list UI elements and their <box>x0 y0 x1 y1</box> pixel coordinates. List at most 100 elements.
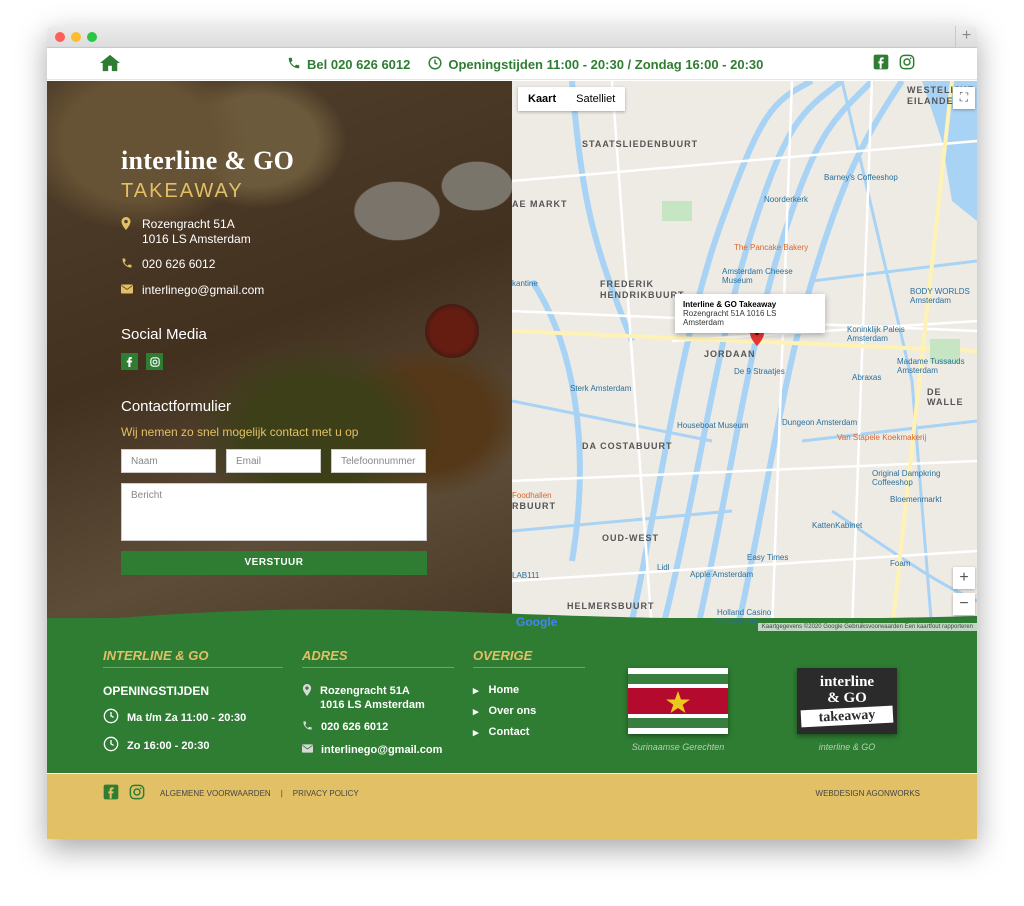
map-poi[interactable]: LAB111 <box>512 571 539 580</box>
site-footer: INTERLINE & GO OPENINGSTIJDEN Ma t/m Za … <box>47 609 977 773</box>
footer-link-label: Home <box>488 684 520 696</box>
map-label-aemarkt: AE MARKT <box>512 199 568 209</box>
tab-map[interactable]: Kaart <box>518 87 566 111</box>
instagram-icon[interactable] <box>899 54 915 73</box>
popup-address: Rozengracht 51A 1016 LS Amsterdam <box>683 309 777 327</box>
title-bar: + <box>47 26 977 48</box>
map-poi[interactable]: De 9 Straatjes <box>734 367 785 376</box>
address-line1: Rozengracht 51A <box>142 217 235 231</box>
message-textarea[interactable]: Bericht <box>121 483 427 541</box>
footer-link-about[interactable]: ▸ Over ons <box>473 705 585 718</box>
map-poi[interactable]: Original Dampkring Coffeeshop <box>872 469 952 487</box>
map-pin-icon <box>121 217 133 247</box>
close-window-button[interactable] <box>55 32 65 42</box>
map-poi[interactable]: Apple Amsterdam <box>690 570 753 579</box>
legal-links: ALGEMENE VOORWAARDEN | PRIVACY POLICY <box>160 789 359 798</box>
map-poi[interactable]: Koninklijk Paleis Amsterdam <box>847 325 927 343</box>
home-icon[interactable] <box>99 53 121 76</box>
chevron-right-icon: ▸ <box>473 706 479 718</box>
map-pin-icon <box>302 684 312 700</box>
clock-icon <box>103 736 119 756</box>
tab-satellite[interactable]: Satelliet <box>566 87 625 111</box>
contact-info: interline & GO TAKEAWAY Rozengracht 51A … <box>121 146 441 575</box>
footer-link-home[interactable]: ▸ Home <box>473 684 585 697</box>
envelope-icon <box>121 283 133 298</box>
map-label-oudwest: OUD-WEST <box>602 533 659 543</box>
map-poi[interactable]: BODY WORLDS Amsterdam <box>910 287 977 305</box>
popup-title: Interline & GO Takeaway <box>683 300 777 309</box>
email-row[interactable]: interlinego@gmail.com <box>121 283 441 298</box>
name-input[interactable]: Naam <box>121 449 216 473</box>
map-poi[interactable]: Sterk Amsterdam <box>570 384 631 393</box>
browser-window: + Bel 020 626 6012 Openingstijden 11:00 … <box>47 26 977 839</box>
brand-subtitle: TAKEAWAY <box>121 180 244 202</box>
logo-line3: takeaway <box>800 705 894 728</box>
instagram-icon[interactable] <box>129 784 145 805</box>
map-attribution[interactable]: Kaartgegevens ©2020 Google Gebruiksvoorw… <box>757 623 977 631</box>
footer-link-label: Contact <box>488 726 530 738</box>
map-poi[interactable]: Lidl <box>657 563 669 572</box>
address-line2: 1016 LS Amsterdam <box>142 232 251 246</box>
clock-icon <box>428 56 442 73</box>
email-text: interlinego@gmail.com <box>142 283 265 297</box>
divider: | <box>280 789 283 798</box>
top-phone-link[interactable]: Bel 020 626 6012 <box>287 56 410 73</box>
new-tab-icon[interactable]: + <box>955 26 977 48</box>
bottom-social <box>103 784 145 805</box>
phone-input[interactable]: Telefoonnummer <box>331 449 426 473</box>
map-label-staatsliedenbuurt: STAATSLIEDENBUURT <box>582 139 699 149</box>
zoom-out-icon[interactable]: − <box>953 593 975 615</box>
webdesign-credit[interactable]: WEBDESIGN AGONWORKS <box>816 789 920 798</box>
map-poi[interactable]: KattenKabinet <box>812 521 862 530</box>
map-poi[interactable]: Madame Tussauds Amsterdam <box>897 357 977 375</box>
terms-link[interactable]: ALGEMENE VOORWAARDEN <box>160 789 271 798</box>
map-poi[interactable]: kantine <box>512 279 538 288</box>
hero-section: interline & GO TAKEAWAY Rozengracht 51A … <box>47 81 977 631</box>
logo-line1: interline <box>819 674 875 690</box>
footer-address: Rozengracht 51A 1016 LS Amsterdam <box>302 684 454 712</box>
phone-row[interactable]: 020 626 6012 <box>121 257 441 273</box>
suriname-flag-badge[interactable] <box>628 668 728 734</box>
suriname-flag-icon <box>628 674 728 728</box>
footer-col-address: ADRES Rozengracht 51A 1016 LS Amsterdam … <box>302 648 454 757</box>
facebook-icon[interactable] <box>103 784 119 805</box>
phone-icon <box>302 720 313 735</box>
footer-phone[interactable]: 020 626 6012 <box>302 720 454 735</box>
footer-address-line1: Rozengracht 51A <box>320 685 410 697</box>
map-poi[interactable]: Barney's Coffeeshop <box>824 173 898 182</box>
instagram-icon[interactable] <box>146 353 163 370</box>
map-poi[interactable]: Foam <box>890 559 910 568</box>
top-social <box>873 54 915 73</box>
maximize-window-button[interactable] <box>87 32 97 42</box>
google-logo: Google <box>516 615 558 629</box>
phone-icon <box>287 56 301 73</box>
phone-text: 020 626 6012 <box>142 257 216 271</box>
map-poi[interactable]: The Pancake Bakery <box>734 243 808 252</box>
map-poi[interactable]: Amsterdam Cheese Museum <box>722 267 802 285</box>
submit-button[interactable]: VERSTUUR <box>121 551 427 575</box>
map-poi[interactable]: Noorderkerk <box>764 195 808 204</box>
map-poi[interactable]: Van Stapele Koekmakerij <box>837 433 926 442</box>
zoom-in-icon[interactable]: + <box>953 567 975 589</box>
footer-brand-heading: INTERLINE & GO <box>103 648 283 668</box>
facebook-icon[interactable] <box>121 353 138 370</box>
map-poi[interactable]: Abraxas <box>852 373 881 382</box>
chevron-right-icon: ▸ <box>473 727 479 739</box>
footer-link-contact[interactable]: ▸ Contact <box>473 726 585 739</box>
privacy-link[interactable]: PRIVACY POLICY <box>293 789 359 798</box>
top-hours: Openingstijden 11:00 - 20:30 / Zondag 16… <box>428 56 763 73</box>
phone-icon <box>121 257 133 273</box>
map-poi[interactable]: Dungeon Amsterdam <box>782 418 857 427</box>
footer-email[interactable]: interlinego@gmail.com <box>302 743 454 757</box>
minimize-window-button[interactable] <box>71 32 81 42</box>
map-label-dewalle: DE WALLE <box>927 387 964 407</box>
google-map[interactable]: Kaart Satelliet ⛶ STAATSLIEDENBUURT FRED… <box>512 81 977 631</box>
map-poi[interactable]: Foodhallen <box>512 491 552 500</box>
map-poi[interactable]: Bloemenmarkt <box>890 495 942 504</box>
fullscreen-icon[interactable]: ⛶ <box>953 87 975 109</box>
map-poi[interactable]: Easy Times <box>747 553 788 562</box>
map-poi[interactable]: Houseboat Museum <box>677 421 749 430</box>
logo-badge[interactable]: interline & GO takeaway <box>797 668 897 734</box>
email-input[interactable]: Email <box>226 449 321 473</box>
facebook-icon[interactable] <box>873 54 889 73</box>
